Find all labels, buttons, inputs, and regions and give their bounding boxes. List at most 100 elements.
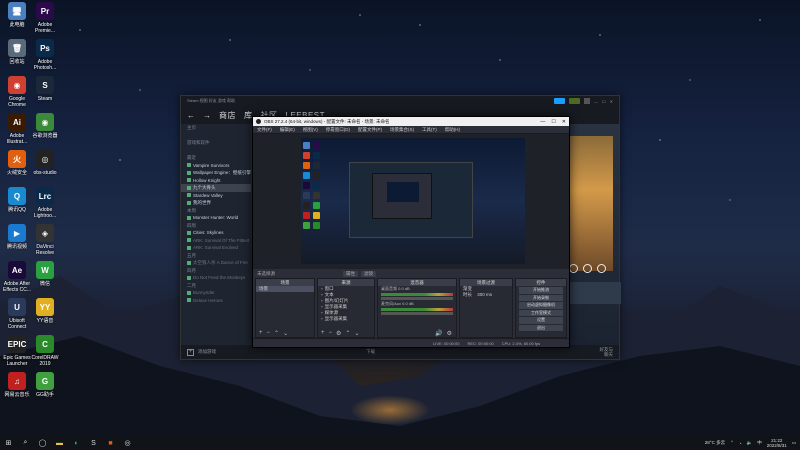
clock[interactable]: 21:22 2022/8/31 — [767, 438, 787, 448]
sidebar-game-item[interactable]: 我的世界 — [181, 199, 251, 207]
sidebar-section-header[interactable]: 本周 — [181, 207, 251, 215]
maximize-icon[interactable]: ☐ — [551, 119, 555, 125]
desktop-icon[interactable]: Pr Adobe Premie... — [28, 2, 62, 34]
control-button[interactable]: 退出 — [519, 324, 563, 331]
minimize-icon[interactable]: — — [594, 99, 598, 104]
notifications-button[interactable] — [569, 98, 581, 104]
obs-menu-item[interactable]: 场景集合(S) — [390, 127, 414, 133]
favorite-icon[interactable] — [597, 264, 606, 273]
control-button[interactable]: 开始推流 — [519, 287, 563, 294]
steam-menu[interactable]: Steam 视图 好友 游戏 帮助 — [187, 98, 235, 104]
task-view-icon[interactable]: ◯ — [38, 439, 47, 448]
minimize-icon[interactable]: — — [540, 119, 545, 125]
nav-store[interactable]: 商店 — [219, 110, 236, 121]
scene-item[interactable]: 场景 — [256, 286, 314, 292]
desktop-icon[interactable]: ◈ DaVinci Resolve — [28, 224, 62, 256]
desktop-icon[interactable]: ◉ 谷歌浏览器 — [28, 113, 62, 139]
sidebar-game-item[interactable]: 九个大骨头 — [181, 184, 251, 192]
steam-titlebar[interactable]: Steam 视图 好友 游戏 帮助 — ☐ ✕ — [181, 96, 619, 106]
obs-menu-item[interactable]: 文件(F) — [257, 127, 272, 133]
sidebar-game-item[interactable]: Vampire Survivors — [181, 162, 251, 170]
obs-menu-item[interactable]: 视图(V) — [303, 127, 318, 133]
obs-preview[interactable] — [253, 134, 569, 269]
close-icon[interactable]: ✕ — [610, 99, 613, 104]
desktop-icon[interactable]: S Steam — [28, 76, 62, 102]
forward-arrow-icon[interactable]: → — [203, 111, 211, 120]
weather-widget[interactable]: 28°C 多云 — [705, 440, 725, 446]
sidebar-game-item[interactable]: ARK: Survival Evolved — [181, 244, 251, 252]
broadcast-button[interactable] — [554, 98, 566, 104]
add-icon[interactable]: + — [321, 330, 325, 336]
obs-window[interactable]: OBS 27.2.4 (64-bit, windows) - 配置文件: 未命名… — [252, 116, 570, 348]
speaker-icon[interactable]: 🔊 — [435, 330, 442, 337]
sidebar-section-header[interactable]: 主页 — [181, 124, 251, 132]
add-game-label[interactable]: 添加游戏 — [198, 349, 216, 355]
sidebar-game-item[interactable]: 太空狼人杀 A Dance of Fire — [181, 259, 251, 267]
transition-duration[interactable]: 时长 300 ms — [460, 292, 512, 298]
info-icon[interactable] — [583, 264, 592, 273]
tray-arrow-icon[interactable]: ⌃ — [730, 440, 734, 446]
sidebar-game-item[interactable]: Bunnyrider — [181, 289, 251, 297]
sidebar-game-item[interactable]: Monster Hunter: World — [181, 214, 251, 222]
obs-titlebar[interactable]: OBS 27.2.4 (64-bit, windows) - 配置文件: 未命名… — [253, 117, 569, 126]
sidebar-game-item[interactable]: Wallpaper Engine：壁纸引擎 — [181, 169, 251, 177]
app-taskbar-icon[interactable]: ■ — [106, 439, 115, 448]
preview-canvas[interactable] — [301, 138, 525, 264]
desktop-icon[interactable]: Ps Adobe Photosh... — [28, 39, 62, 71]
obs-taskbar-icon[interactable]: ◎ — [123, 439, 132, 448]
sidebar-game-item[interactable]: Stardew Valley — [181, 192, 251, 200]
gear-icon[interactable]: ⚙ — [447, 330, 452, 337]
close-icon[interactable]: ✕ — [562, 119, 566, 125]
downloads-label[interactable]: 下载 — [366, 349, 375, 355]
volume-slider-2[interactable] — [381, 312, 453, 315]
sidebar-game-item[interactable]: ARK: Survival Of The Fittest — [181, 237, 251, 245]
sidebar-section-header[interactable]: 游戏和软件 — [181, 139, 251, 147]
desktop-icon[interactable]: Lrc Adobe Lightroo... — [28, 187, 62, 219]
down-icon[interactable]: ⌄ — [283, 330, 288, 337]
obs-menu-item[interactable]: 停靠窗口(D) — [326, 127, 350, 133]
file-explorer-icon[interactable]: ▬ — [55, 439, 64, 448]
control-button[interactable]: 设置 — [519, 317, 563, 324]
sidebar-section-header[interactable]: 最近 — [181, 154, 251, 162]
sidebar-section-header[interactable]: 五月 — [181, 252, 251, 260]
remove-icon[interactable]: − — [329, 330, 333, 336]
sidebar-game-item[interactable]: Do Not Feed the Monkeys — [181, 274, 251, 282]
control-button[interactable]: 开始录制 — [519, 294, 563, 301]
desktop-icon[interactable]: W 微信 — [28, 261, 62, 287]
source-item[interactable]: ▫ 显示器采集 — [318, 316, 374, 322]
control-button[interactable]: 启动虚拟摄像机 — [519, 302, 563, 309]
sidebar-section-header[interactable]: 四周 — [181, 222, 251, 230]
add-icon[interactable]: + — [259, 330, 263, 336]
start-button[interactable]: ⊞ — [4, 439, 13, 448]
notification-icon[interactable]: ▭ — [792, 440, 796, 446]
volume-icon[interactable]: 🔈 — [747, 440, 753, 446]
sidebar-section-header[interactable]: 四月 — [181, 267, 251, 275]
sidebar-game-item[interactable]: Hollow Knight — [181, 177, 251, 185]
filters-button[interactable]: 滤镜 — [361, 270, 376, 277]
volume-slider-1[interactable] — [381, 297, 453, 300]
ime-indicator[interactable]: 中 — [757, 440, 762, 446]
desktop-icon[interactable]: YY YY语音 — [28, 298, 62, 324]
remove-icon[interactable]: − — [267, 330, 271, 336]
sidebar-game-item[interactable]: Cities: Skylines — [181, 229, 251, 237]
up-icon[interactable]: ⌃ — [345, 330, 350, 337]
up-icon[interactable]: ⌃ — [274, 330, 279, 337]
obs-menu-item[interactable]: 配置文件(P) — [358, 127, 382, 133]
obs-menu-item[interactable]: 工具(T) — [422, 127, 437, 133]
maximize-icon[interactable]: ☐ — [602, 99, 606, 104]
sidebar-game-item[interactable]: Deluxe Heroes — [181, 297, 251, 305]
search-icon[interactable]: ⌕ — [21, 439, 30, 448]
sidebar-section-header[interactable]: 二月 — [181, 282, 251, 290]
avatar[interactable] — [584, 98, 591, 104]
steam-taskbar-icon[interactable]: S — [89, 439, 98, 448]
add-game-icon[interactable]: + — [187, 348, 194, 356]
obs-menu-item[interactable]: 帮助(H) — [445, 127, 460, 133]
desktop-icon[interactable]: G GG助手 — [28, 372, 62, 398]
desktop-icon[interactable]: ◎ obs-studio — [28, 150, 62, 176]
friends-chat-button[interactable]: 好友与 聊天 — [600, 347, 614, 357]
control-button[interactable]: 工作室模式 — [519, 309, 563, 316]
desktop-icon[interactable]: C CorelDRAW 2019 — [28, 335, 62, 367]
settings-icon[interactable] — [569, 264, 578, 273]
obs-menu-item[interactable]: 编辑(E) — [280, 127, 295, 133]
network-icon[interactable]: ◔ — [739, 441, 742, 446]
